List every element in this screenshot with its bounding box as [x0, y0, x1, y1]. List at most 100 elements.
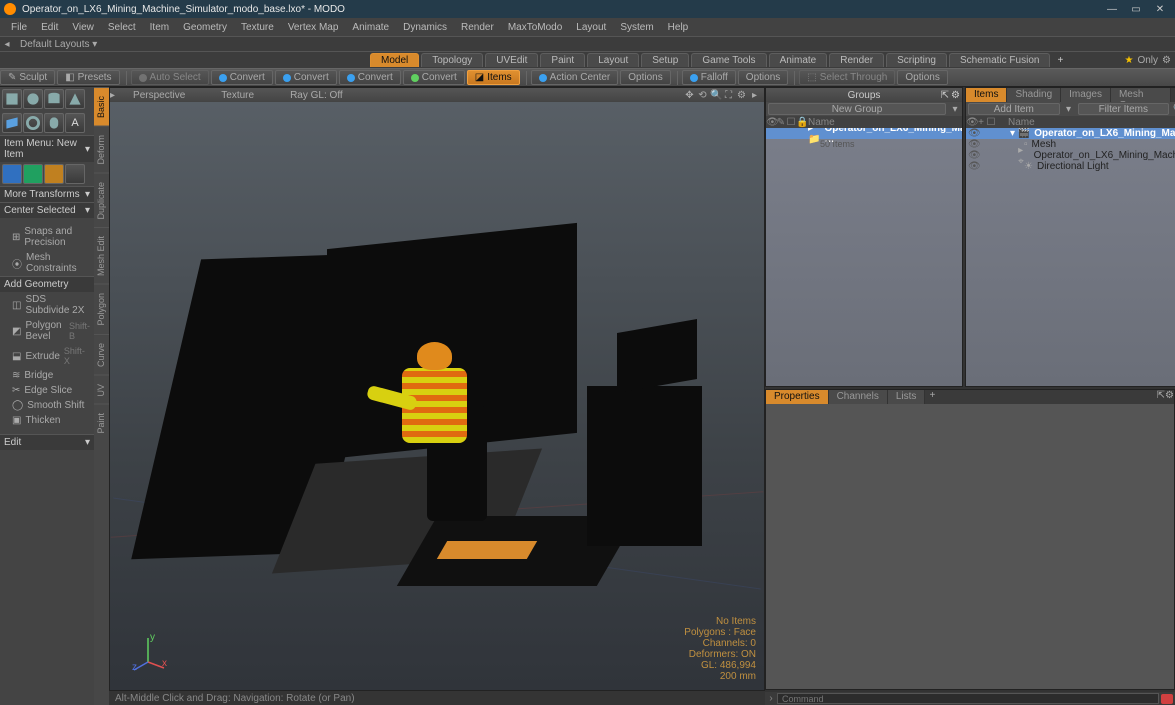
menu-layout[interactable]: Layout — [569, 22, 613, 33]
action-center-button[interactable]: Action Center — [531, 70, 619, 85]
lists-tab[interactable]: Lists — [888, 390, 926, 404]
items-tree[interactable]: 👁 ▾ 🎬Operator_on_LX6_Mining_Mac … 👁 ▫Mes… — [966, 128, 1175, 386]
layout-dropdown[interactable]: Default Layouts ▾ — [14, 39, 103, 50]
transform-icon[interactable] — [65, 164, 85, 184]
bridge-item[interactable]: ≋Bridge — [0, 368, 94, 383]
filter-items-button[interactable]: Filter Items — [1078, 103, 1170, 115]
tab-layout[interactable]: Layout — [587, 53, 639, 67]
scene-row[interactable]: 👁 ▾ 🎬Operator_on_LX6_Mining_Mac … — [966, 128, 1175, 139]
new-group-button[interactable]: New Group — [768, 103, 946, 115]
window-minimize-button[interactable]: — — [1101, 2, 1123, 16]
tab-add-button[interactable]: + — [1052, 55, 1068, 66]
menu-vertex-map[interactable]: Vertex Map — [281, 22, 346, 33]
convert-mat-button[interactable]: Convert — [403, 70, 465, 85]
capsule-icon[interactable] — [44, 113, 64, 133]
vtab-deform[interactable]: Deform — [94, 126, 109, 173]
mesh-constraints-item[interactable]: ⦿Mesh Constraints — [0, 250, 94, 276]
cone-icon[interactable] — [65, 89, 85, 109]
cube-icon[interactable] — [2, 89, 22, 109]
vp-orbit-icon[interactable]: ⟲ — [697, 90, 708, 101]
convert-vertex-button[interactable]: Convert — [211, 70, 273, 85]
menu-item[interactable]: Item — [143, 22, 176, 33]
menu-animate[interactable]: Animate — [345, 22, 396, 33]
items-tab-add[interactable]: + — [1171, 88, 1175, 102]
vtab-basic[interactable]: Basic — [94, 87, 109, 126]
images-tab[interactable]: Images — [1061, 88, 1111, 102]
groups-tree[interactable]: ▸ 📁 Operator_on_LX6_Mining_Mac … 50 Item… — [766, 128, 962, 386]
options-3-button[interactable]: Options — [897, 70, 947, 85]
menu-dynamics[interactable]: Dynamics — [396, 22, 454, 33]
tab-uvedit[interactable]: UVEdit — [485, 53, 538, 67]
menu-select[interactable]: Select — [101, 22, 143, 33]
item-menu-dropdown[interactable]: Item Menu: New Item▾ — [0, 135, 94, 162]
torus-icon[interactable] — [23, 113, 43, 133]
mesh-row[interactable]: 👁 ▫Mesh — [966, 139, 1175, 150]
tab-animate[interactable]: Animate — [769, 53, 828, 67]
vp-zoom-icon[interactable]: 🔍 — [710, 90, 721, 101]
convert-edge-button[interactable]: Convert — [275, 70, 337, 85]
vtab-mesh-edit[interactable]: Mesh Edit — [94, 227, 109, 284]
viewport-canvas[interactable]: No Items Polygons : Face Channels: 0 Def… — [110, 102, 764, 690]
tab-render[interactable]: Render — [829, 53, 884, 67]
select-through-button[interactable]: ⬚Select Through — [799, 70, 895, 85]
auto-select-button[interactable]: Auto Select — [131, 70, 209, 85]
options-2-button[interactable]: Options — [738, 70, 788, 85]
vtab-uv[interactable]: UV — [94, 375, 109, 405]
record-button[interactable] — [1161, 694, 1173, 704]
tab-scripting[interactable]: Scripting — [886, 53, 947, 67]
axis-gizmo[interactable]: y x z — [128, 632, 168, 672]
window-close-button[interactable]: ✕ — [1149, 2, 1171, 16]
vp-fit-icon[interactable]: ⛶ — [723, 90, 734, 101]
menu-system[interactable]: System — [613, 22, 660, 33]
tab-schematic-fusion[interactable]: Schematic Fusion — [949, 53, 1050, 67]
menu-geometry[interactable]: Geometry — [176, 22, 234, 33]
sphere-icon[interactable] — [23, 89, 43, 109]
options-1-button[interactable]: Options — [620, 70, 670, 85]
vp-pan-icon[interactable]: ✥ — [684, 90, 695, 101]
new-group-dropdown[interactable]: ▾ — [950, 104, 960, 115]
menu-texture[interactable]: Texture — [234, 22, 281, 33]
snaps-precision-item[interactable]: ⊞Snaps and Precision — [0, 224, 94, 250]
falloff-button[interactable]: Falloff — [682, 70, 736, 85]
vtab-polygon[interactable]: Polygon — [94, 284, 109, 334]
tab-model[interactable]: Model — [370, 53, 419, 67]
edge-slice-item[interactable]: ✂Edge Slice — [0, 383, 94, 398]
properties-body[interactable] — [766, 404, 1174, 689]
add-item-dropdown[interactable]: ▾ — [1064, 104, 1074, 115]
only-label[interactable]: Only — [1137, 55, 1158, 66]
tab-setup[interactable]: Setup — [641, 53, 689, 67]
tab-paint[interactable]: Paint — [540, 53, 585, 67]
locator-row[interactable]: 👁 ▸ ⌖Operator_on_LX6_Mining_Machine… — [966, 150, 1175, 161]
vp-gear-icon[interactable]: ⚙ — [736, 90, 747, 101]
presets-button[interactable]: ◧Presets — [57, 70, 119, 85]
plane-icon[interactable] — [2, 113, 22, 133]
polygon-bevel-item[interactable]: ◩Polygon BevelShift-B — [0, 318, 94, 344]
extrude-item[interactable]: ⬓ExtrudeShift-X — [0, 344, 94, 368]
items-tab[interactable]: Items — [966, 88, 1007, 102]
add-item-button[interactable]: Add Item — [968, 103, 1060, 115]
gear-icon[interactable]: ⚙ — [1162, 55, 1171, 66]
gear-icon[interactable]: ⚙ — [1165, 390, 1174, 401]
menu-view[interactable]: View — [65, 22, 101, 33]
channels-tab[interactable]: Channels — [829, 390, 888, 404]
menu-maxtomodo[interactable]: MaxToModo — [501, 22, 569, 33]
vtab-duplicate[interactable]: Duplicate — [94, 173, 109, 228]
shading-tab[interactable]: Shading — [1007, 88, 1061, 102]
props-tab-add[interactable]: + — [925, 390, 939, 404]
items-mode-button[interactable]: ◪Items — [467, 70, 520, 85]
window-restore-button[interactable]: ▭ — [1125, 2, 1147, 16]
viewport-raygl-dropdown[interactable]: Ray GL: Off — [272, 90, 361, 101]
vp-max-icon[interactable]: ▸ — [749, 90, 760, 101]
sds-subdivide-item[interactable]: ◫SDS Subdivide 2X — [0, 292, 94, 318]
rotate-icon[interactable] — [23, 164, 43, 184]
tab-topology[interactable]: Topology — [421, 53, 483, 67]
vtab-curve[interactable]: Curve — [94, 334, 109, 375]
popout-icon[interactable]: ⇱ — [941, 90, 949, 101]
popout-icon[interactable]: ⇱ — [1157, 390, 1165, 401]
smooth-shift-item[interactable]: ◯Smooth Shift — [0, 398, 94, 413]
more-transforms-dropdown[interactable]: More Transforms▾ — [0, 186, 94, 202]
light-row[interactable]: 👁 ☀Directional Light — [966, 161, 1175, 172]
command-input[interactable] — [777, 693, 1159, 704]
edit-dropdown[interactable]: Edit▾ — [0, 434, 94, 450]
sculpt-button[interactable]: ✎Sculpt — [0, 70, 55, 85]
